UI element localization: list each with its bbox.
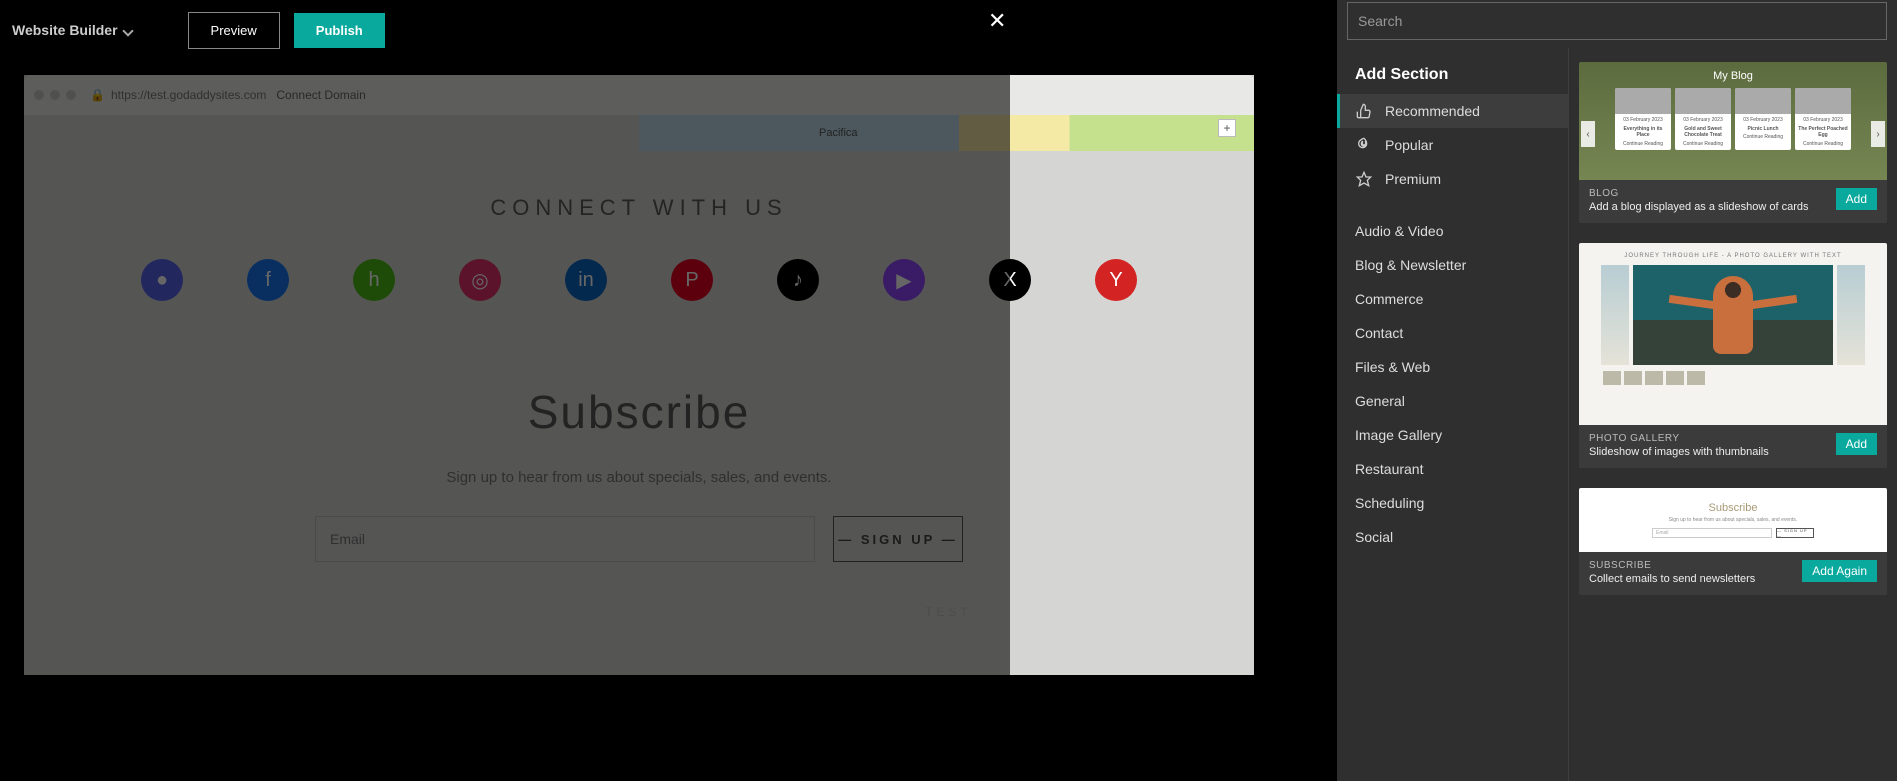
next-arrow-icon[interactable]: › [1871, 121, 1885, 147]
search-input[interactable] [1347, 2, 1887, 40]
social-yelp-icon[interactable]: Y [1095, 259, 1137, 301]
gallery-title: JOURNEY THROUGH LIFE - A PHOTO GALLERY W… [1624, 253, 1841, 259]
nav-category[interactable]: Audio & Video [1337, 214, 1568, 248]
nav-category[interactable]: Blog & Newsletter [1337, 248, 1568, 282]
nav-label: Popular [1385, 137, 1433, 153]
card-category: BLOG [1589, 188, 1809, 199]
add-again-button[interactable]: Add Again [1802, 560, 1877, 582]
card-category: SUBSCRIBE [1589, 560, 1755, 571]
preview-button[interactable]: Preview [188, 12, 280, 49]
blog-title: My Blog [1713, 70, 1753, 82]
sub-caption: Sign up to hear from us about specials, … [1669, 517, 1797, 523]
nav-category[interactable]: Contact [1337, 316, 1568, 350]
nav-category[interactable]: Commerce [1337, 282, 1568, 316]
nav-premium[interactable]: Premium [1337, 162, 1568, 196]
blog-mini-card: 03 February 2023Picnic LunchContinue Rea… [1735, 88, 1791, 150]
card-description: Slideshow of images with thumbnails [1589, 446, 1769, 458]
blog-mini-card: 03 February 2023Gold and Sweet Chocolate… [1675, 88, 1731, 150]
nav-category[interactable]: Image Gallery [1337, 418, 1568, 452]
sub-title: Subscribe [1709, 502, 1758, 514]
chevron-down-icon [122, 25, 133, 36]
add-button[interactable]: Add [1836, 188, 1877, 210]
card-category: PHOTO GALLERY [1589, 433, 1769, 444]
card-description: Collect emails to send newsletters [1589, 573, 1755, 585]
flame-icon [1355, 136, 1373, 154]
prev-arrow-icon[interactable]: ‹ [1581, 121, 1595, 147]
section-card-subscribe: Subscribe Sign up to hear from us about … [1579, 488, 1887, 595]
nav-category[interactable]: Social [1337, 520, 1568, 554]
publish-button[interactable]: Publish [294, 13, 385, 48]
star-icon [1355, 170, 1373, 188]
add-button[interactable]: Add [1836, 433, 1877, 455]
section-card-gallery: JOURNEY THROUGH LIFE - A PHOTO GALLERY W… [1579, 243, 1887, 468]
thumbs-up-icon [1355, 102, 1373, 120]
add-section-panel: Add Section Recommended Popular Premium [1337, 0, 1897, 781]
section-card-blog: ‹ › My Blog 03 February 2023Everything i… [1579, 62, 1887, 223]
nav-popular[interactable]: Popular [1337, 128, 1568, 162]
app-title[interactable]: Website Builder [12, 22, 132, 38]
panel-title: Add Section [1337, 48, 1568, 94]
nav-category[interactable]: Scheduling [1337, 486, 1568, 520]
nav-category[interactable]: Restaurant [1337, 452, 1568, 486]
nav-category[interactable]: General [1337, 384, 1568, 418]
blog-mini-card: 03 February 2023The Perfect Poached EggC… [1795, 88, 1851, 150]
nav-label: Recommended [1385, 103, 1480, 119]
nav-label: Premium [1385, 171, 1441, 187]
nav-recommended[interactable]: Recommended [1337, 94, 1568, 128]
close-icon[interactable]: ✕ [988, 8, 1006, 34]
map-zoom-in[interactable]: + [1218, 119, 1236, 137]
card-description: Add a blog displayed as a slideshow of c… [1589, 201, 1809, 213]
nav-category[interactable]: Files & Web [1337, 350, 1568, 384]
blog-mini-card: 03 February 2023Everything in its PlaceC… [1615, 88, 1671, 150]
